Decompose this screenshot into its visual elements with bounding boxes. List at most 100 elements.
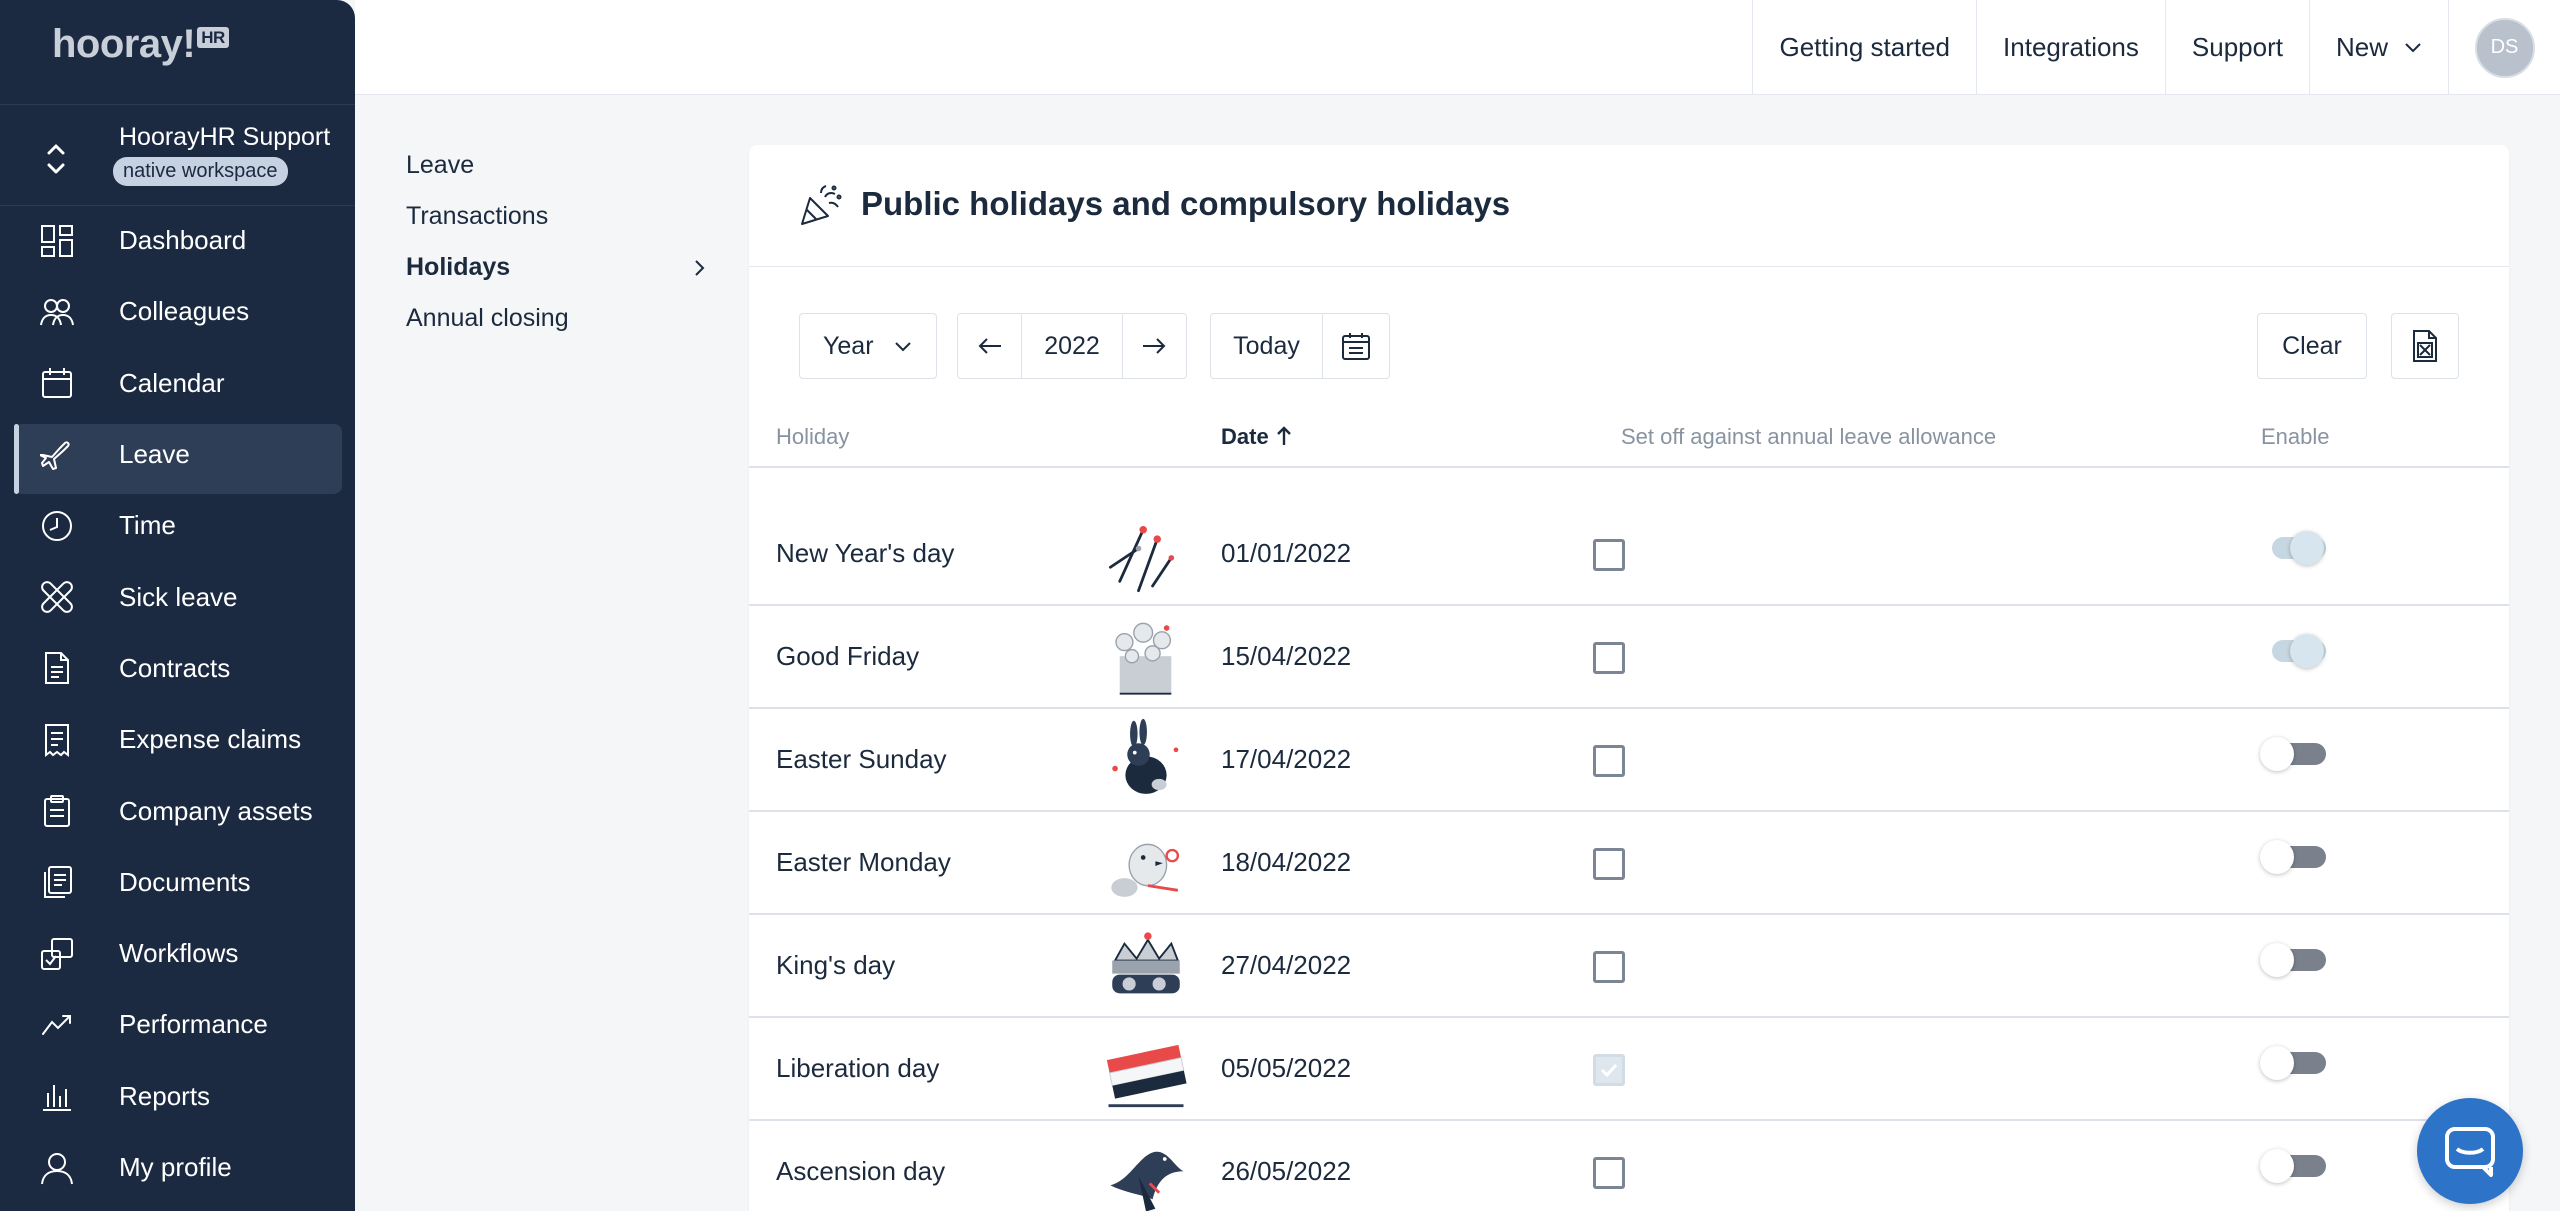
chat-support-button[interactable] xyxy=(2417,1098,2523,1204)
set-off-checkbox[interactable] xyxy=(1593,1157,1625,1189)
page-title: Public holidays and compulsory holidays xyxy=(861,185,1511,222)
integrations-link[interactable]: Integrations xyxy=(1976,0,2165,95)
clock-icon xyxy=(42,510,72,541)
today-group: Today xyxy=(1210,313,1390,379)
period-select-value: Year xyxy=(823,331,874,360)
set-off-checkbox[interactable] xyxy=(1593,951,1625,983)
date-picker-button[interactable] xyxy=(1323,314,1389,378)
checkmark-icon xyxy=(1600,1063,1618,1078)
party-popper-icon xyxy=(801,185,842,225)
sidebar-item-sick-leave[interactable]: Sick leave xyxy=(0,561,355,632)
subnav-item-transactions[interactable]: Transactions xyxy=(406,191,706,242)
sidebar-item-performance[interactable]: Performance xyxy=(0,989,355,1060)
sidebar-item-reports[interactable]: Reports xyxy=(0,1061,355,1132)
document-icon xyxy=(45,652,69,685)
sidebar-item-label: Leave xyxy=(119,439,190,470)
previous-year-button[interactable] xyxy=(958,314,1021,378)
toggle-knob xyxy=(2260,737,2294,771)
documents-icon xyxy=(44,866,72,899)
holiday-date: 15/04/2022 xyxy=(1221,641,1352,671)
app-logo[interactable]: hooray! HR xyxy=(52,22,229,67)
subnav-item-holidays[interactable]: Holidays xyxy=(406,242,706,293)
enable-toggle[interactable] xyxy=(2260,1046,2326,1080)
sidebar-item-contracts[interactable]: Contracts xyxy=(0,633,355,704)
sidebar-item-leave[interactable]: Leave xyxy=(0,419,355,495)
sidebar-item-expense-claims[interactable]: Expense claims xyxy=(0,704,355,775)
set-off-checkbox[interactable] xyxy=(1593,745,1625,777)
sidebar-item-workflows[interactable]: Workflows xyxy=(0,918,355,989)
subnav-item-leave[interactable]: Leave xyxy=(406,140,706,191)
set-off-checkbox[interactable] xyxy=(1593,642,1625,674)
calendar-icon xyxy=(42,368,72,399)
sidebar-item-label: Documents xyxy=(119,866,251,897)
enable-toggle[interactable] xyxy=(2260,1149,2326,1183)
column-header-date[interactable]: Date xyxy=(1221,424,1293,450)
top-bar: Getting started Integrations Support New… xyxy=(355,0,2560,95)
sidebar-item-label: Performance xyxy=(119,1009,268,1040)
toggle-knob xyxy=(2260,1149,2294,1183)
sidebar-item-label: Colleagues xyxy=(119,296,250,327)
arrow-left-icon xyxy=(978,338,1001,354)
set-off-checkbox[interactable] xyxy=(1593,848,1625,880)
support-link[interactable]: Support xyxy=(2164,0,2309,95)
enable-toggle[interactable] xyxy=(2260,840,2326,874)
sidebar-item-label: Sick leave xyxy=(119,581,238,612)
sidebar-item-time[interactable]: Time xyxy=(0,490,355,561)
holiday-name: Ascension day xyxy=(776,1156,946,1186)
holiday-toolbar: Year 2022 Today Clear xyxy=(799,313,2459,379)
column-header-enable: Enable xyxy=(2261,424,2330,449)
table-row: Easter Sunday 17/04/2022 xyxy=(749,709,2509,812)
enable-toggle[interactable] xyxy=(2260,737,2326,771)
toggle-knob xyxy=(2290,531,2324,565)
holiday-table-body: New Year's day 01/01/2022 Good Friday 15/04… xyxy=(749,503,2509,1211)
enable-toggle[interactable] xyxy=(2260,531,2326,565)
getting-started-link[interactable]: Getting started xyxy=(1752,0,1976,95)
period-select[interactable]: Year xyxy=(799,313,937,379)
bandage-icon xyxy=(41,581,73,614)
workflows-icon xyxy=(41,937,73,970)
sidebar-item-my-profile[interactable]: My profile xyxy=(0,1132,355,1203)
sidebar-item-company-assets[interactable]: Company assets xyxy=(0,775,355,846)
enable-toggle[interactable] xyxy=(2260,634,2326,668)
clipboard-icon xyxy=(44,795,70,828)
toggle-knob xyxy=(2260,1046,2294,1080)
calendar-icon xyxy=(1342,333,1370,360)
crown-image xyxy=(1112,932,1180,994)
colleagues-icon xyxy=(40,298,74,326)
next-year-button[interactable] xyxy=(1123,314,1186,378)
receipt-icon xyxy=(45,723,69,757)
table-row: New Year's day 01/01/2022 xyxy=(749,503,2509,606)
new-dropdown[interactable]: New xyxy=(2308,0,2448,95)
rabbit-image xyxy=(1112,718,1179,794)
holiday-date: 26/05/2022 xyxy=(1221,1156,1352,1186)
user-menu[interactable]: DS xyxy=(2448,0,2560,95)
holidays-card: Public holidays and compulsory holidays … xyxy=(749,145,2509,1211)
performance-icon xyxy=(42,1014,71,1035)
today-button[interactable]: Today xyxy=(1211,314,1323,378)
table-row: Easter Monday 18/04/2022 xyxy=(749,812,2509,915)
workspace-badge: native workspace xyxy=(113,157,288,186)
column-header-set-off: Set off against annual leave allowance xyxy=(1621,424,1997,449)
sidebar-item-calendar[interactable]: Calendar xyxy=(0,348,355,419)
chevron-down-icon xyxy=(2405,42,2421,52)
export-excel-button[interactable] xyxy=(2391,313,2459,379)
sidebar-item-dashboard[interactable]: Dashboard xyxy=(0,205,355,276)
sidebar-item-documents[interactable]: Documents xyxy=(0,847,355,918)
table-row: Good Friday 15/04/2022 xyxy=(749,606,2509,709)
sidebar-item-colleagues[interactable]: Colleagues xyxy=(0,276,355,347)
workspace-switcher[interactable]: HoorayHR Support native workspace xyxy=(0,104,355,206)
year-value[interactable]: 2022 xyxy=(1021,314,1123,378)
set-off-checkbox[interactable] xyxy=(1593,1054,1625,1086)
holiday-name: New Year's day xyxy=(776,538,955,568)
holiday-date: 17/04/2022 xyxy=(1221,744,1352,774)
subnav-item-annual-closing[interactable]: Annual closing xyxy=(406,293,706,344)
enable-toggle[interactable] xyxy=(2260,943,2326,977)
clear-button[interactable]: Clear xyxy=(2257,313,2367,379)
set-off-checkbox[interactable] xyxy=(1593,539,1625,571)
sidebar-item-label: Time xyxy=(119,510,176,541)
workspace-name: HoorayHR Support xyxy=(119,123,331,151)
user-icon xyxy=(41,1152,73,1184)
holiday-name: Liberation day xyxy=(776,1053,940,1083)
toggle-knob xyxy=(2260,840,2294,874)
sidebar-item-label: Company assets xyxy=(119,795,313,826)
